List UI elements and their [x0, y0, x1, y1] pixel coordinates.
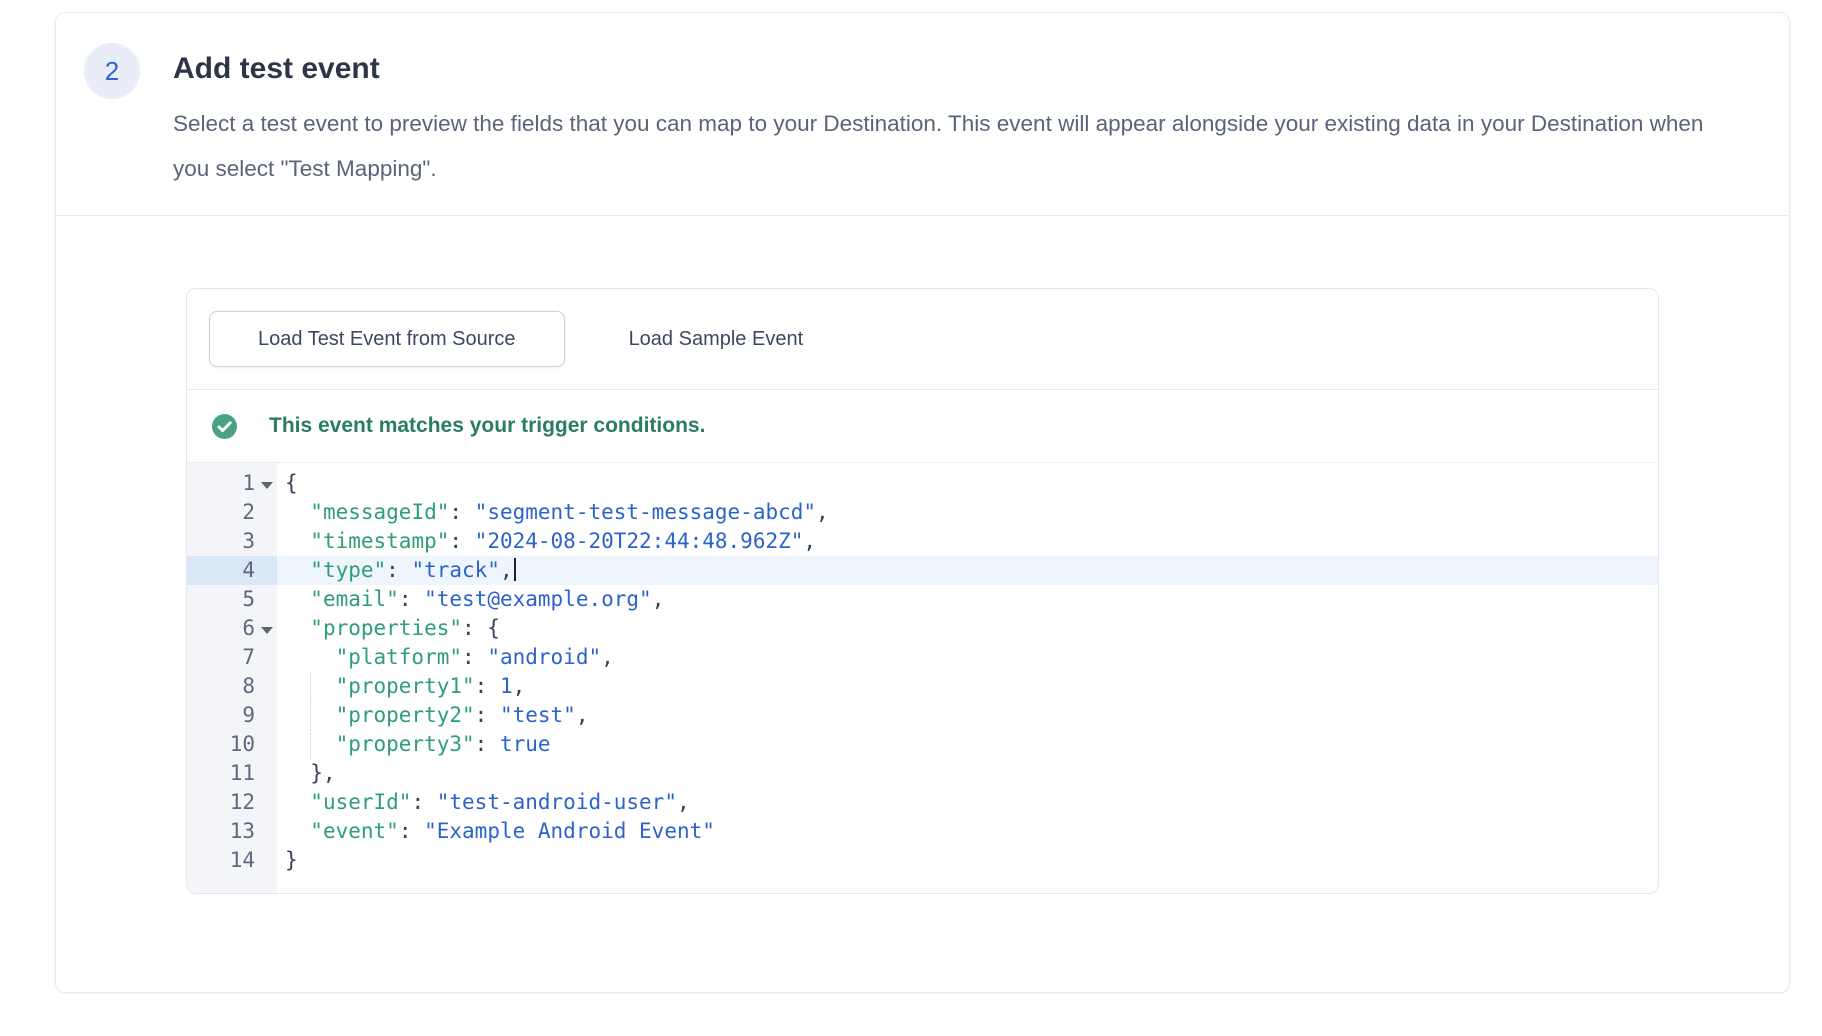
line-number: 10: [187, 730, 277, 759]
code-line-12[interactable]: 12 "userId": "test-android-user",: [187, 788, 1658, 817]
code-line-6[interactable]: 6 "properties": {: [187, 614, 1658, 643]
code-text[interactable]: "platform": "android",: [277, 643, 1658, 672]
step-number-badge: 2: [84, 43, 140, 99]
page-title: Add test event: [173, 47, 1744, 91]
code-line-4[interactable]: 4 "type": "track",: [187, 556, 1658, 585]
event-source-toolbar: Load Test Event from Source Load Sample …: [187, 289, 1658, 390]
line-number: 12: [187, 788, 277, 817]
code-text[interactable]: "email": "test@example.org",: [277, 585, 1658, 614]
line-number: 8: [187, 672, 277, 701]
line-number: 6: [187, 614, 277, 643]
code-text[interactable]: "timestamp": "2024-08-20T22:44:48.962Z",: [277, 527, 1658, 556]
code-text[interactable]: }: [277, 846, 1658, 875]
line-number: 5: [187, 585, 277, 614]
load-sample-event-button[interactable]: Load Sample Event: [581, 311, 852, 367]
code-text[interactable]: },: [277, 759, 1658, 788]
test-event-panel: Load Test Event from Source Load Sample …: [186, 288, 1659, 894]
line-number: 2: [187, 498, 277, 527]
code-line-2[interactable]: 2 "messageId": "segment-test-message-abc…: [187, 498, 1658, 527]
code-text[interactable]: "property2": "test",: [277, 701, 1658, 730]
step-description: Select a test event to preview the field…: [173, 101, 1744, 191]
page-background: { "step": { "number": "2", "title": "Add…: [0, 0, 1822, 1036]
line-number: 11: [187, 759, 277, 788]
code-text[interactable]: "userId": "test-android-user",: [277, 788, 1658, 817]
code-text[interactable]: "messageId": "segment-test-message-abcd"…: [277, 498, 1658, 527]
step-header: 2 Add test event Select a test event to …: [56, 13, 1789, 216]
text-cursor: [514, 558, 516, 581]
line-number: 3: [187, 527, 277, 556]
add-test-event-card: 2 Add test event Select a test event to …: [55, 12, 1790, 993]
trigger-match-status: This event matches your trigger conditio…: [187, 390, 1658, 462]
line-number: 1: [187, 469, 277, 498]
code-line-1[interactable]: 1{: [187, 469, 1658, 498]
line-number: 14: [187, 846, 277, 875]
code-line-9[interactable]: 9 "property2": "test",: [187, 701, 1658, 730]
status-message: This event matches your trigger conditio…: [269, 414, 705, 438]
check-circle-icon: [212, 414, 237, 439]
code-line-11[interactable]: 11 },: [187, 759, 1658, 788]
code-text[interactable]: {: [277, 469, 1658, 498]
fold-arrow-icon[interactable]: [261, 482, 273, 489]
line-number: 7: [187, 643, 277, 672]
load-test-event-button[interactable]: Load Test Event from Source: [209, 311, 565, 367]
code-line-7[interactable]: 7 "platform": "android",: [187, 643, 1658, 672]
code-line-14[interactable]: 14}: [187, 846, 1658, 875]
code-text[interactable]: "property3": true: [277, 730, 1658, 759]
code-text[interactable]: "event": "Example Android Event": [277, 817, 1658, 846]
step-number: 2: [105, 56, 119, 87]
code-text[interactable]: "type": "track",: [277, 556, 1658, 585]
line-number: 13: [187, 817, 277, 846]
code-text[interactable]: "properties": {: [277, 614, 1658, 643]
code-line-13[interactable]: 13 "event": "Example Android Event": [187, 817, 1658, 846]
code-line-8[interactable]: 8 "property1": 1,: [187, 672, 1658, 701]
code-line-5[interactable]: 5 "email": "test@example.org",: [187, 585, 1658, 614]
step-header-text: Add test event Select a test event to pr…: [173, 43, 1744, 191]
line-number: 4: [187, 556, 277, 585]
line-number: 9: [187, 701, 277, 730]
code-line-3[interactable]: 3 "timestamp": "2024-08-20T22:44:48.962Z…: [187, 527, 1658, 556]
card-body: Load Test Event from Source Load Sample …: [56, 216, 1789, 994]
json-editor[interactable]: 1{2 "messageId": "segment-test-message-a…: [187, 462, 1658, 893]
code-text[interactable]: "property1": 1,: [277, 672, 1658, 701]
fold-arrow-icon[interactable]: [261, 627, 273, 634]
code-line-10[interactable]: 10 "property3": true: [187, 730, 1658, 759]
